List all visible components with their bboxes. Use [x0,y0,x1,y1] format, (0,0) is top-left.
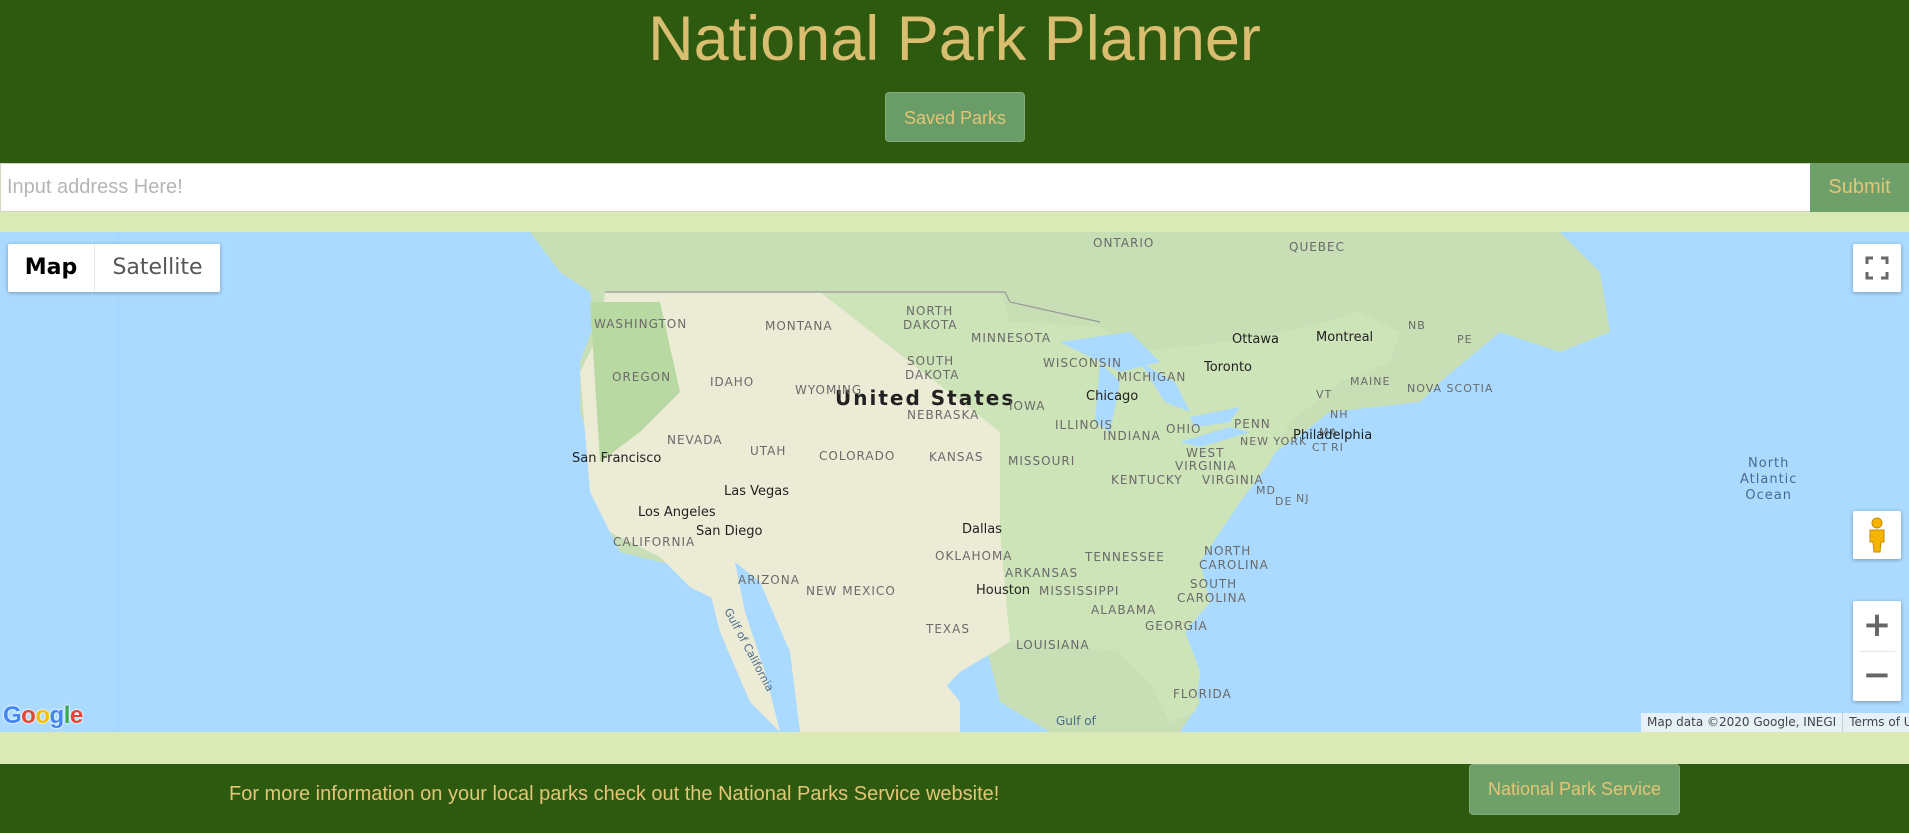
region-label: KANSAS [929,450,984,464]
search-bar: Submit [0,163,1909,212]
national-park-service-button[interactable]: National Park Service [1469,764,1680,815]
region-label: LOUISIANA [1016,638,1090,652]
region-label: QUEBEC [1289,240,1346,254]
region-label: IOWA [1009,399,1046,413]
fullscreen-button[interactable] [1853,244,1901,292]
map-type-satellite-button[interactable]: Satellite [95,244,220,292]
region-label: VIRGINIA [1175,459,1237,473]
region-label: ALABAMA [1091,603,1157,617]
region-label: ARIZONA [738,573,800,587]
region-label: GEORGIA [1145,619,1208,633]
city-label: Ottawa [1232,332,1279,347]
region-label: MAINE [1350,375,1391,388]
region-label: FLORIDA [1173,687,1232,701]
city-label: Montreal [1316,330,1374,345]
city-label: Philadelphia [1293,428,1373,443]
region-label: INDIANA [1103,429,1161,443]
zoom-divider [1859,651,1895,652]
region-label: VT [1316,388,1333,401]
submit-button[interactable]: Submit [1810,163,1909,212]
region-label: PENN [1234,417,1271,431]
ocean-label-line: Atlantic [1740,472,1798,487]
zoom-in-button[interactable]: + [1853,601,1901,651]
map-labels: United States North Atlantic Ocean Gulf … [0,232,1909,732]
city-label: Chicago [1086,389,1139,404]
footer: For more information on your local parks… [0,764,1909,833]
region-label: WASHINGTON [594,317,688,331]
gulf-label: Gulf of California [721,606,777,694]
region-label: KENTUCKY [1111,473,1183,487]
region-label: CALIFORNIA [613,535,696,549]
ocean-label-line: Ocean [1745,488,1793,503]
google-logo[interactable]: Google [3,702,83,730]
region-label: NOVA SCOTIA [1407,382,1494,395]
region-label: NEVADA [667,433,723,447]
region-label: NB [1408,319,1426,332]
region-label: MICHIGAN [1117,370,1187,384]
city-label: San Diego [696,524,763,539]
region-label: DE [1275,495,1293,508]
region-label: WEST [1186,446,1225,460]
region-label: UTAH [750,444,787,458]
region-label: NEW MEXICO [806,584,896,598]
gulf-label: Gulf of [1056,714,1096,728]
pegman-icon [1869,517,1885,553]
zoom-control: + − [1853,601,1901,701]
city-label: San Francisco [572,451,662,466]
region-label: OREGON [612,370,672,384]
region-label: TENNESSEE [1085,550,1165,564]
city-label: Toronto [1204,360,1252,375]
region-label: NORTH [1204,544,1252,558]
address-input[interactable] [0,163,1810,212]
page-title: National Park Planner [648,4,1261,74]
ocean-label: North Atlantic Ocean [1740,456,1797,504]
region-label: ARKANSAS [1005,566,1079,580]
map[interactable]: United States North Atlantic Ocean Gulf … [0,232,1909,732]
map-attribution: Map data ©2020 Google, INEGI Terms of Us… [1641,713,1909,732]
region-label: MISSISSIPPI [1039,584,1120,598]
region-label: PE [1457,333,1473,346]
region-label: CAROLINA [1199,558,1269,572]
saved-parks-button[interactable]: Saved Parks [885,92,1025,142]
region-label: MISSOURI [1008,454,1076,468]
region-label: OKLAHOMA [935,549,1013,563]
region-label: WISCONSIN [1043,356,1122,370]
map-type-control: Map Satellite [8,244,220,292]
region-label: WYOMING [795,383,863,397]
map-type-map-button[interactable]: Map [8,244,95,292]
terms-of-use-link[interactable]: Terms of Use [1842,713,1909,732]
region-label: DAKOTA [905,368,960,382]
region-label: SOUTH [907,354,955,368]
city-label: Houston [976,583,1031,598]
city-label: Los Angeles [638,505,716,520]
region-label: MD [1256,484,1276,497]
region-label: IDAHO [710,375,755,389]
region-label: NORTH [906,304,954,318]
region-label: MONTANA [765,319,833,333]
region-label: SOUTH [1190,577,1238,591]
region-label: COLORADO [819,449,896,463]
map-data-text: Map data ©2020 Google, INEGI [1647,715,1837,729]
region-label: DAKOTA [903,318,958,332]
region-label: MINNESOTA [971,331,1052,345]
region-label: NJ [1296,492,1310,505]
region-label: CAROLINA [1177,591,1247,605]
region-label: TEXAS [926,622,970,636]
city-label: Las Vegas [724,484,789,499]
region-label: NH [1330,408,1349,421]
zoom-out-button[interactable]: − [1853,651,1901,701]
city-label: Dallas [962,522,1002,537]
region-label: VIRGINIA [1202,473,1264,487]
region-label: ONTARIO [1093,236,1155,250]
fullscreen-icon [1865,256,1889,280]
region-label: OHIO [1166,422,1202,436]
footer-text: For more information on your local parks… [229,783,1000,805]
region-label: NEBRASKA [907,408,980,422]
street-view-pegman[interactable] [1853,511,1901,559]
ocean-label-line: North [1748,456,1790,471]
header: National Park Planner Saved Parks [0,0,1909,163]
